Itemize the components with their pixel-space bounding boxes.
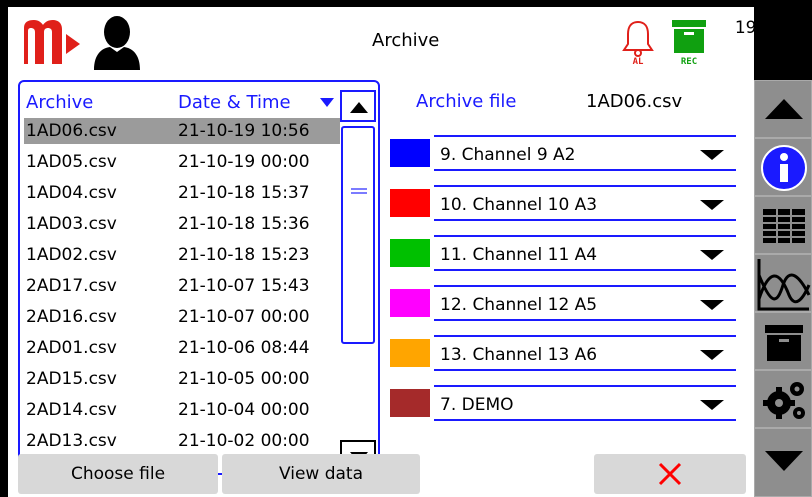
- scroll-up-icon: [765, 99, 803, 119]
- rec-label: REC: [681, 57, 697, 66]
- channel-select-label: 11. Channel 11 A4: [440, 245, 598, 265]
- list-item[interactable]: 2AD13.csv 21-10-02 00:00: [24, 428, 340, 454]
- archive-list: Archive Date & Time 1AD06.csv 21-10-19 10…: [18, 80, 380, 475]
- channel-select-label: 7. DEMO: [440, 395, 514, 415]
- alarm-bell-icon[interactable]: AL: [620, 18, 656, 66]
- archive-filename: 1AD05.csv: [26, 152, 117, 172]
- list-scrollbar[interactable]: [340, 90, 376, 472]
- list-item[interactable]: 2AD15.csv 21-10-05 00:00: [24, 366, 340, 392]
- archive-file-value: 1AD06.csv: [586, 91, 683, 112]
- channel-color-swatch[interactable]: [390, 339, 430, 367]
- channel-select[interactable]: 13. Channel 13 A6: [434, 335, 736, 371]
- sort-descending-icon[interactable]: [320, 98, 334, 107]
- list-item[interactable]: 2AD14.csv 21-10-04 00:00: [24, 397, 340, 423]
- column-header-datetime[interactable]: Date & Time: [178, 92, 291, 113]
- channel-select[interactable]: 7. DEMO: [434, 385, 736, 421]
- archive-datetime: 21-10-05 00:00: [178, 369, 310, 389]
- view-data-button[interactable]: View data: [222, 454, 420, 494]
- toolbar-archive-button[interactable]: [754, 312, 812, 370]
- chevron-down-icon: [700, 200, 724, 210]
- toolbar-settings-button[interactable]: [754, 370, 812, 428]
- alarm-label: AL: [633, 57, 644, 66]
- toolbar-table-button[interactable]: [754, 196, 812, 254]
- list-item[interactable]: 1AD05.csv 21-10-19 00:00: [24, 149, 340, 175]
- channel-select-label: 10. Channel 10 A3: [440, 195, 598, 215]
- page-title: Archive: [372, 30, 440, 51]
- archive-filename: 2AD15.csv: [26, 369, 117, 389]
- channel-color-swatch[interactable]: [390, 189, 430, 217]
- list-item[interactable]: 1AD04.csv 21-10-18 15:37: [24, 180, 340, 206]
- toolbar-scroll-up-button[interactable]: [754, 80, 812, 138]
- archive-filename: 1AD04.csv: [26, 183, 117, 203]
- settings-gears-icon: [763, 382, 805, 419]
- archive-filename: 2AD13.csv: [26, 431, 117, 451]
- rec-box-icon[interactable]: REC: [668, 18, 710, 66]
- channel-color-swatch[interactable]: [390, 239, 430, 267]
- side-toolbar: [754, 72, 812, 497]
- chevron-down-icon: [700, 150, 724, 160]
- chevron-down-icon: [700, 350, 724, 360]
- chevron-down-icon: [700, 300, 724, 310]
- toolbar-scroll-down-button[interactable]: [754, 428, 812, 497]
- channel-select-label: 13. Channel 13 A6: [440, 345, 598, 365]
- list-item[interactable]: 2AD17.csv 21-10-07 15:43: [24, 273, 340, 299]
- list-item[interactable]: 2AD01.csv 21-10-06 08:44: [24, 335, 340, 361]
- column-header-archive[interactable]: Archive: [26, 92, 93, 113]
- channel-select[interactable]: 10. Channel 10 A3: [434, 185, 736, 221]
- time-display: 10:57: [763, 50, 812, 70]
- archive-datetime: 21-10-02 00:00: [178, 431, 310, 451]
- date-display: 19-10-21: [734, 18, 812, 38]
- archive-filename: 1AD06.csv: [26, 121, 117, 141]
- archive-filename: 2AD16.csv: [26, 307, 117, 327]
- archive-datetime: 21-10-18 15:36: [178, 214, 310, 234]
- archive-datetime: 21-10-18 15:23: [178, 245, 310, 265]
- chevron-down-icon: [700, 400, 724, 410]
- archive-filename: 1AD02.csv: [26, 245, 117, 265]
- channel-select-label: 12. Channel 12 A5: [440, 295, 598, 315]
- toolbar-info-button[interactable]: [754, 138, 812, 196]
- list-item[interactable]: 2AD16.csv 21-10-07 00:00: [24, 304, 340, 330]
- scroll-thumb-grip[interactable]: [351, 188, 367, 194]
- channel-select[interactable]: 9. Channel 9 A2: [434, 135, 736, 171]
- scroll-track[interactable]: [341, 126, 375, 344]
- archive-filename: 2AD14.csv: [26, 400, 117, 420]
- channel-color-swatch[interactable]: [390, 139, 430, 167]
- archive-datetime: 21-10-19 00:00: [178, 152, 310, 172]
- close-icon: [658, 462, 682, 486]
- user-icon[interactable]: [90, 14, 144, 70]
- table-icon: [763, 209, 805, 243]
- list-item[interactable]: 1AD03.csv 21-10-18 15:36: [24, 211, 340, 237]
- chart-icon: [757, 259, 811, 311]
- archive-datetime: 21-10-07 15:43: [178, 276, 310, 296]
- cancel-button[interactable]: [594, 454, 746, 494]
- scroll-up-button[interactable]: [340, 90, 376, 122]
- archive-filename: 1AD03.csv: [26, 214, 117, 234]
- list-item[interactable]: 1AD02.csv 21-10-18 15:23: [24, 242, 340, 268]
- archive-filename: 2AD01.csv: [26, 338, 117, 358]
- screen: Archive AL REC 19-10-21 10:57 Archive Da…: [0, 0, 812, 497]
- info-icon: [761, 145, 807, 191]
- archive-file-label: Archive file: [416, 91, 517, 112]
- archive-datetime: 21-10-19 10:56: [178, 121, 310, 141]
- channel-color-swatch[interactable]: [390, 389, 430, 417]
- archive-datetime: 21-10-07 00:00: [178, 307, 310, 327]
- channel-select[interactable]: 11. Channel 11 A4: [434, 235, 736, 271]
- archive-datetime: 21-10-18 15:37: [178, 183, 310, 203]
- toolbar-chart-button[interactable]: [754, 254, 812, 312]
- archive-box-icon: [765, 325, 803, 361]
- channel-color-swatch[interactable]: [390, 289, 430, 317]
- chevron-down-icon: [700, 250, 724, 260]
- channel-select-label: 9. Channel 9 A2: [440, 145, 576, 165]
- arrow-up-icon: [350, 102, 368, 113]
- archive-datetime: 21-10-06 08:44: [178, 338, 310, 358]
- channel-select[interactable]: 12. Channel 12 A5: [434, 285, 736, 321]
- choose-file-button[interactable]: Choose file: [18, 454, 218, 494]
- scroll-down-icon: [765, 451, 803, 471]
- list-item[interactable]: 1AD06.csv 21-10-19 10:56: [24, 118, 340, 144]
- archive-filename: 2AD17.csv: [26, 276, 117, 296]
- archive-datetime: 21-10-04 00:00: [178, 400, 310, 420]
- brand-logo: [24, 20, 80, 64]
